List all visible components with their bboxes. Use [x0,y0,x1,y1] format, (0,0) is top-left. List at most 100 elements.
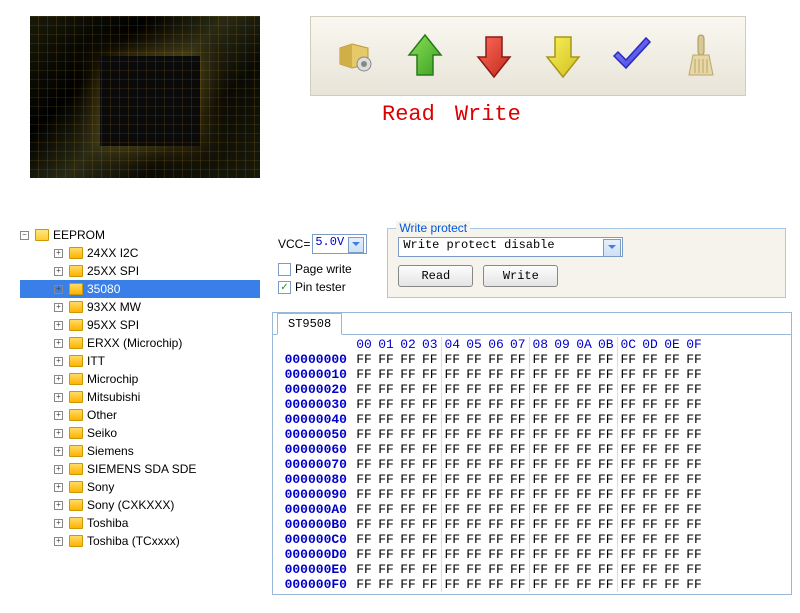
tree-item[interactable]: +Toshiba [20,514,260,532]
hex-byte[interactable]: FF [485,397,507,412]
hex-byte[interactable]: FF [397,367,419,382]
hex-byte[interactable]: FF [353,397,375,412]
hex-byte[interactable]: FF [661,367,683,382]
arrow-down-yellow-icon[interactable] [538,31,588,81]
hex-byte[interactable]: FF [617,532,639,547]
hex-byte[interactable]: FF [463,472,485,487]
hex-byte[interactable]: FF [375,442,397,457]
hex-byte[interactable]: FF [661,397,683,412]
hex-byte[interactable]: FF [507,397,529,412]
hex-byte[interactable]: FF [595,472,617,487]
hex-byte[interactable]: FF [639,502,661,517]
hex-byte[interactable]: FF [639,382,661,397]
expand-icon[interactable]: + [54,465,63,474]
hex-byte[interactable]: FF [463,517,485,532]
hex-byte[interactable]: FF [507,562,529,577]
write-button[interactable]: Write [483,265,558,287]
hex-byte[interactable]: FF [529,397,551,412]
hex-byte[interactable]: FF [463,457,485,472]
hex-byte[interactable]: FF [507,517,529,532]
hex-byte[interactable]: FF [573,412,595,427]
hex-byte[interactable]: FF [375,397,397,412]
expand-icon[interactable]: + [54,429,63,438]
hex-byte[interactable]: FF [375,457,397,472]
hex-byte[interactable]: FF [617,457,639,472]
hex-byte[interactable]: FF [595,532,617,547]
hex-byte[interactable]: FF [661,547,683,562]
hex-byte[interactable]: FF [661,382,683,397]
hex-byte[interactable]: FF [441,427,463,442]
hex-byte[interactable]: FF [595,367,617,382]
hex-byte[interactable]: FF [529,532,551,547]
write-protect-select[interactable]: Write protect disable [398,237,623,257]
tree-item[interactable]: +ITT [20,352,260,370]
hex-byte[interactable]: FF [375,412,397,427]
hex-byte[interactable]: FF [507,427,529,442]
hex-byte[interactable]: FF [485,457,507,472]
hex-byte[interactable]: FF [617,472,639,487]
hex-byte[interactable]: FF [419,532,441,547]
hex-byte[interactable]: FF [397,517,419,532]
hex-byte[interactable]: FF [661,562,683,577]
hex-byte[interactable]: FF [639,352,661,367]
hex-byte[interactable]: FF [441,397,463,412]
hex-byte[interactable]: FF [639,487,661,502]
hex-byte[interactable]: FF [419,502,441,517]
hex-byte[interactable]: FF [463,367,485,382]
hex-byte[interactable]: FF [595,382,617,397]
expand-icon[interactable]: + [54,483,63,492]
hex-byte[interactable]: FF [617,562,639,577]
hex-content[interactable]: 000102030405060708090A0B0C0D0E0F00000000… [273,334,791,594]
tree-item[interactable]: +Sony (CXKXXX) [20,496,260,514]
hex-byte[interactable]: FF [485,502,507,517]
hex-byte[interactable]: FF [661,532,683,547]
hex-byte[interactable]: FF [683,517,705,532]
hex-byte[interactable]: FF [595,577,617,592]
tree-item[interactable]: +35080 [20,280,260,298]
hex-byte[interactable]: FF [617,397,639,412]
expand-icon[interactable]: + [54,393,63,402]
hex-byte[interactable]: FF [441,352,463,367]
tree-item[interactable]: +SIEMENS SDA SDE [20,460,260,478]
hex-byte[interactable]: FF [639,412,661,427]
hex-byte[interactable]: FF [683,457,705,472]
expand-icon[interactable]: + [54,357,63,366]
hex-byte[interactable]: FF [529,487,551,502]
hex-byte[interactable]: FF [683,472,705,487]
hex-byte[interactable]: FF [595,562,617,577]
hex-byte[interactable]: FF [595,517,617,532]
hex-byte[interactable]: FF [639,367,661,382]
hex-byte[interactable]: FF [683,562,705,577]
hex-byte[interactable]: FF [529,562,551,577]
hex-byte[interactable]: FF [485,472,507,487]
hex-byte[interactable]: FF [507,487,529,502]
hex-byte[interactable]: FF [485,532,507,547]
hex-byte[interactable]: FF [617,382,639,397]
hex-byte[interactable]: FF [353,517,375,532]
hex-byte[interactable]: FF [639,472,661,487]
hex-byte[interactable]: FF [639,562,661,577]
expand-icon[interactable]: + [54,321,63,330]
hex-byte[interactable]: FF [441,442,463,457]
hex-byte[interactable]: FF [639,547,661,562]
tree-item[interactable]: +Sony [20,478,260,496]
device-tree[interactable]: − EEPROM +24XX I2C+25XX SPI+35080+93XX M… [20,226,260,550]
hex-byte[interactable]: FF [661,427,683,442]
hex-byte[interactable]: FF [375,487,397,502]
expand-icon[interactable]: + [54,501,63,510]
arrow-down-red-icon[interactable] [469,31,519,81]
hex-byte[interactable]: FF [573,502,595,517]
hex-byte[interactable]: FF [639,457,661,472]
hex-byte[interactable]: FF [507,577,529,592]
tree-item[interactable]: +25XX SPI [20,262,260,280]
hex-byte[interactable]: FF [397,562,419,577]
hex-byte[interactable]: FF [617,442,639,457]
hex-byte[interactable]: FF [617,427,639,442]
hex-byte[interactable]: FF [573,397,595,412]
hex-byte[interactable]: FF [419,352,441,367]
hex-byte[interactable]: FF [595,397,617,412]
brush-icon[interactable] [676,31,726,81]
expand-icon[interactable]: + [54,285,63,294]
expand-icon[interactable]: + [54,267,63,276]
hex-byte[interactable]: FF [463,352,485,367]
